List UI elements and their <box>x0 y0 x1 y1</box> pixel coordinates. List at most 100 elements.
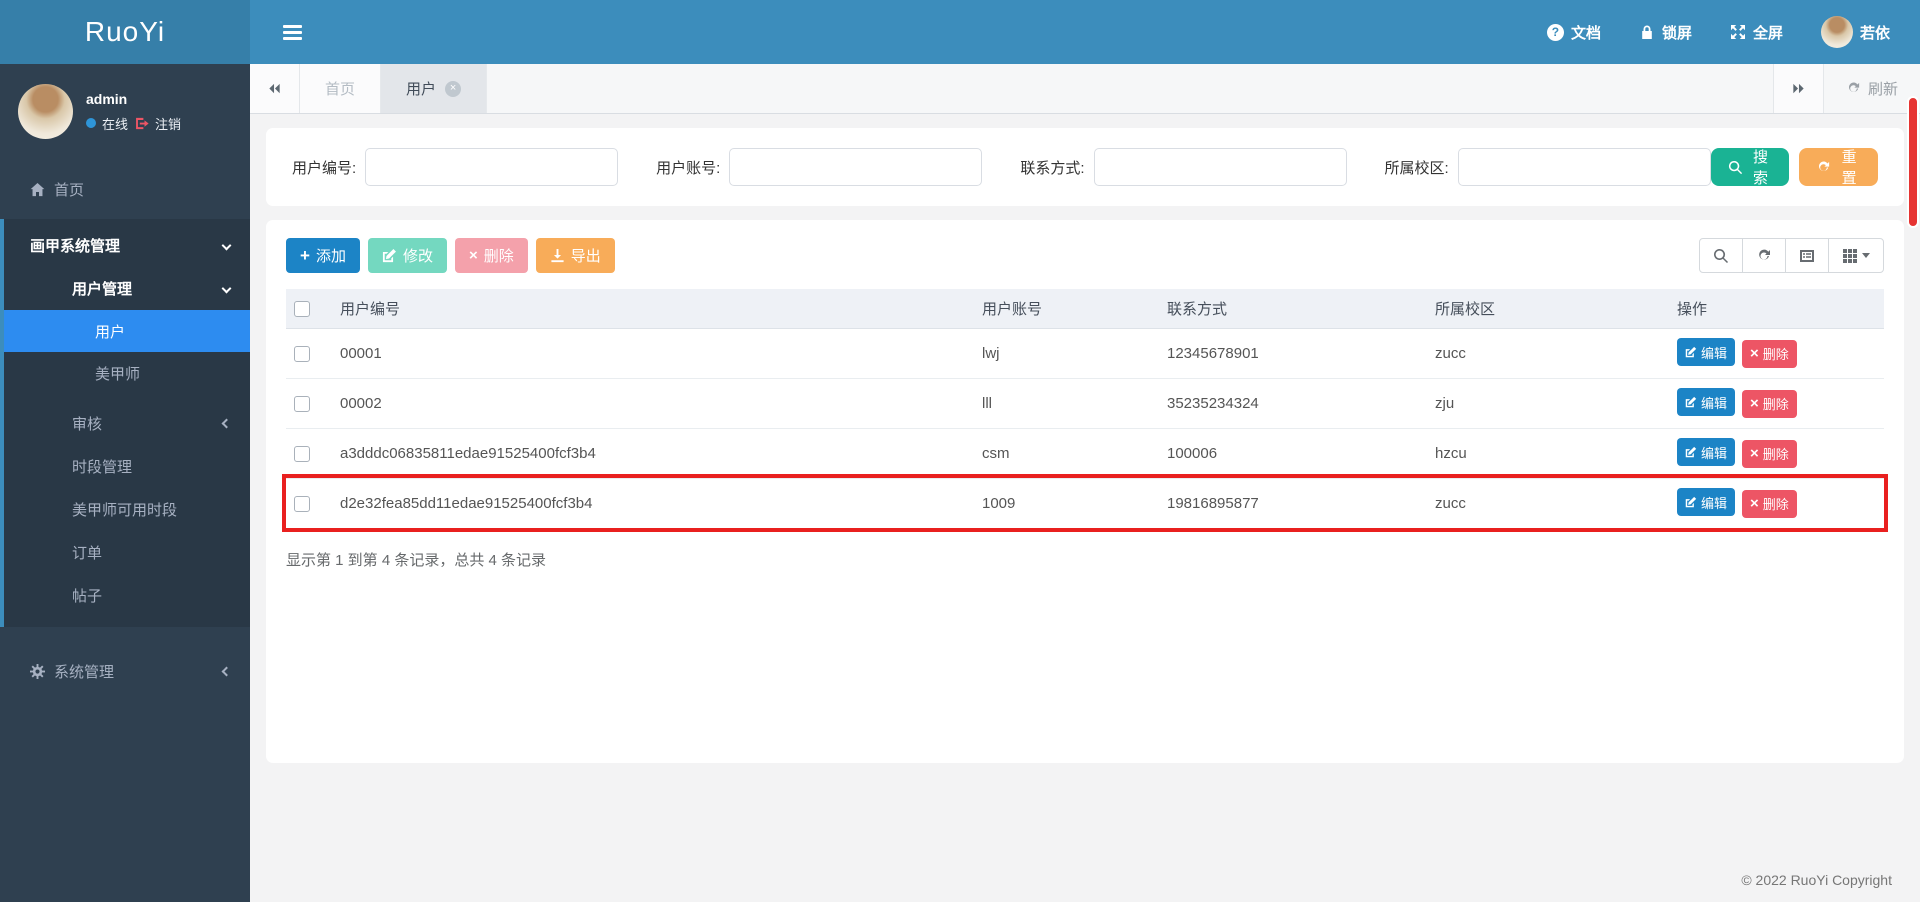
cell-user-id: 00002 <box>332 378 974 429</box>
user-account-input[interactable] <box>729 148 983 186</box>
select-all-checkbox[interactable] <box>294 300 310 317</box>
chevron-down-icon <box>221 283 232 294</box>
cell-campus: zucc <box>1427 328 1669 379</box>
sidebar-item-order[interactable]: 订单 <box>4 531 250 574</box>
contact-input[interactable] <box>1093 148 1347 186</box>
edit-icon <box>382 249 396 263</box>
cell-user-id: a3dddc06835811edae91525400fcf3b4 <box>332 428 974 479</box>
col-user-id: 用户编号 <box>332 289 974 329</box>
table-search-toggle-button[interactable] <box>1699 238 1743 273</box>
table-detail-view-button[interactable] <box>1785 238 1829 273</box>
logout-link[interactable]: 注销 <box>155 114 181 133</box>
col-account: 用户账号 <box>974 289 1159 329</box>
tab-close-icon[interactable]: × <box>445 80 462 97</box>
sidebar-item-home[interactable]: 首页 <box>0 167 250 211</box>
cell-user-id: d2e32fea85dd11edae91525400fcf3b4 <box>332 478 974 529</box>
nav-lock-screen[interactable]: 锁屏 <box>1639 22 1692 43</box>
lock-icon <box>1642 25 1652 39</box>
cell-account: lwj <box>974 328 1159 379</box>
sidebar-item-manicurist[interactable]: 美甲师 <box>4 352 250 394</box>
main-area: ? 文档 锁屏 全屏 若依 首页 用户 × 刷新 用户编号: 用户账号: 联系方… <box>250 0 1920 902</box>
sidebar-toggle[interactable] <box>283 24 302 40</box>
page-footer: © 2022 RuoYi Copyright <box>250 858 1920 902</box>
cell-campus: hzcu <box>1427 428 1669 479</box>
grid-icon <box>1843 248 1857 263</box>
table-row: 00002 lll 35235234324 zju 编辑 × 删除 <box>286 378 1884 429</box>
tab-user[interactable]: 用户 × <box>381 64 488 113</box>
row-edit-button[interactable]: 编辑 <box>1677 488 1736 517</box>
nav-doc[interactable]: ? 文档 <box>1546 22 1601 43</box>
delete-button[interactable]: × 删除 <box>454 238 528 273</box>
question-circle-icon: ? <box>1546 23 1564 41</box>
cell-contact: 19816895877 <box>1159 478 1427 529</box>
row-edit-button[interactable]: 编辑 <box>1677 388 1736 417</box>
list-icon <box>1800 249 1814 262</box>
caret-down-icon <box>1862 253 1870 258</box>
logout-icon <box>136 117 149 129</box>
sidebar-item-post[interactable]: 帖子 <box>4 574 250 617</box>
sidebar-item-manicurist-period[interactable]: 美甲师可用时段 <box>4 488 250 531</box>
gear-icon <box>30 663 45 679</box>
row-delete-button[interactable]: × 删除 <box>1742 389 1797 418</box>
nav-user[interactable]: 若依 <box>1820 16 1890 48</box>
sidebar-item-system-mgmt[interactable]: 系统管理 <box>0 649 250 693</box>
sidebar-active-tree: 画甲系统管理 用户管理 用户 美甲师 审核 时段管理 美甲师可用时段 订单 帖子 <box>0 219 250 627</box>
tab-refresh-button[interactable]: 刷新 <box>1822 64 1920 113</box>
sidebar-item-huajia-system[interactable]: 画甲系统管理 <box>4 224 250 267</box>
user-id-label: 用户编号: <box>292 159 357 177</box>
row-delete-button[interactable]: × 删除 <box>1742 439 1797 468</box>
top-navbar: ? 文档 锁屏 全屏 若依 <box>250 0 1920 64</box>
row-checkbox[interactable] <box>294 345 310 362</box>
search-icon <box>1728 160 1742 174</box>
double-left-icon <box>269 83 280 94</box>
campus-input[interactable] <box>1457 148 1711 186</box>
sidebar-item-period[interactable]: 时段管理 <box>4 445 250 488</box>
sidebar-item-audit[interactable]: 审核 <box>4 402 250 445</box>
edit-icon <box>1685 347 1697 358</box>
x-icon: × <box>468 247 478 264</box>
reset-button[interactable]: 重置 <box>1799 148 1878 187</box>
add-button[interactable]: + 添加 <box>286 238 360 273</box>
cell-contact: 100006 <box>1159 428 1427 479</box>
cell-user-id: 00001 <box>332 328 974 379</box>
modify-button[interactable]: 修改 <box>367 238 447 273</box>
table-refresh-button[interactable] <box>1742 238 1786 273</box>
cell-account: lll <box>974 378 1159 429</box>
table-row: 00001 lwj 12345678901 zucc 编辑 × 删除 <box>286 328 1884 379</box>
x-icon: × <box>1750 445 1759 463</box>
app-logo[interactable]: RuoYi <box>0 0 250 64</box>
row-edit-button[interactable]: 编辑 <box>1677 438 1736 467</box>
nav-fullscreen[interactable]: 全屏 <box>1730 22 1783 43</box>
table-row-highlighted: d2e32fea85dd11edae91525400fcf3b4 1009 19… <box>282 474 1888 532</box>
row-checkbox[interactable] <box>294 495 310 512</box>
edit-icon <box>1685 397 1697 408</box>
table-row: a3dddc06835811edae91525400fcf3b4 csm 100… <box>286 428 1884 479</box>
col-actions: 操作 <box>1669 289 1884 329</box>
row-delete-button[interactable]: × 删除 <box>1742 339 1797 368</box>
double-right-icon <box>1793 83 1804 94</box>
x-icon: × <box>1750 495 1759 513</box>
scrollbar-thumb[interactable] <box>1907 96 1919 228</box>
sidebar-item-user-mgmt[interactable]: 用户管理 <box>4 267 250 310</box>
table-columns-button[interactable] <box>1828 238 1884 273</box>
row-delete-button[interactable]: × 删除 <box>1742 489 1797 518</box>
export-button[interactable]: 导出 <box>535 238 615 273</box>
row-edit-button[interactable]: 编辑 <box>1677 338 1736 367</box>
tab-home[interactable]: 首页 <box>300 64 382 113</box>
sidebar-item-user[interactable]: 用户 <box>4 310 250 352</box>
cell-campus: zju <box>1427 378 1669 429</box>
user-id-input[interactable] <box>365 148 619 186</box>
search-icon <box>1714 248 1729 263</box>
search-button[interactable]: 搜索 <box>1710 148 1790 187</box>
row-checkbox[interactable] <box>294 395 310 412</box>
tabs-scroll-forward-button[interactable] <box>1772 64 1823 113</box>
cell-contact: 35235234324 <box>1159 378 1427 429</box>
tab-bar: 首页 用户 × 刷新 <box>250 64 1920 114</box>
row-checkbox[interactable] <box>294 445 310 462</box>
edit-icon <box>1685 497 1697 508</box>
chevron-down-icon <box>221 240 232 251</box>
tabs-scroll-back-button[interactable] <box>250 64 300 113</box>
refresh-icon <box>1819 161 1830 171</box>
col-contact: 联系方式 <box>1159 289 1427 329</box>
sidebar: RuoYi admin 在线 注销 首页 画甲系统管理 用户管理 用户 美甲师 … <box>0 0 250 902</box>
